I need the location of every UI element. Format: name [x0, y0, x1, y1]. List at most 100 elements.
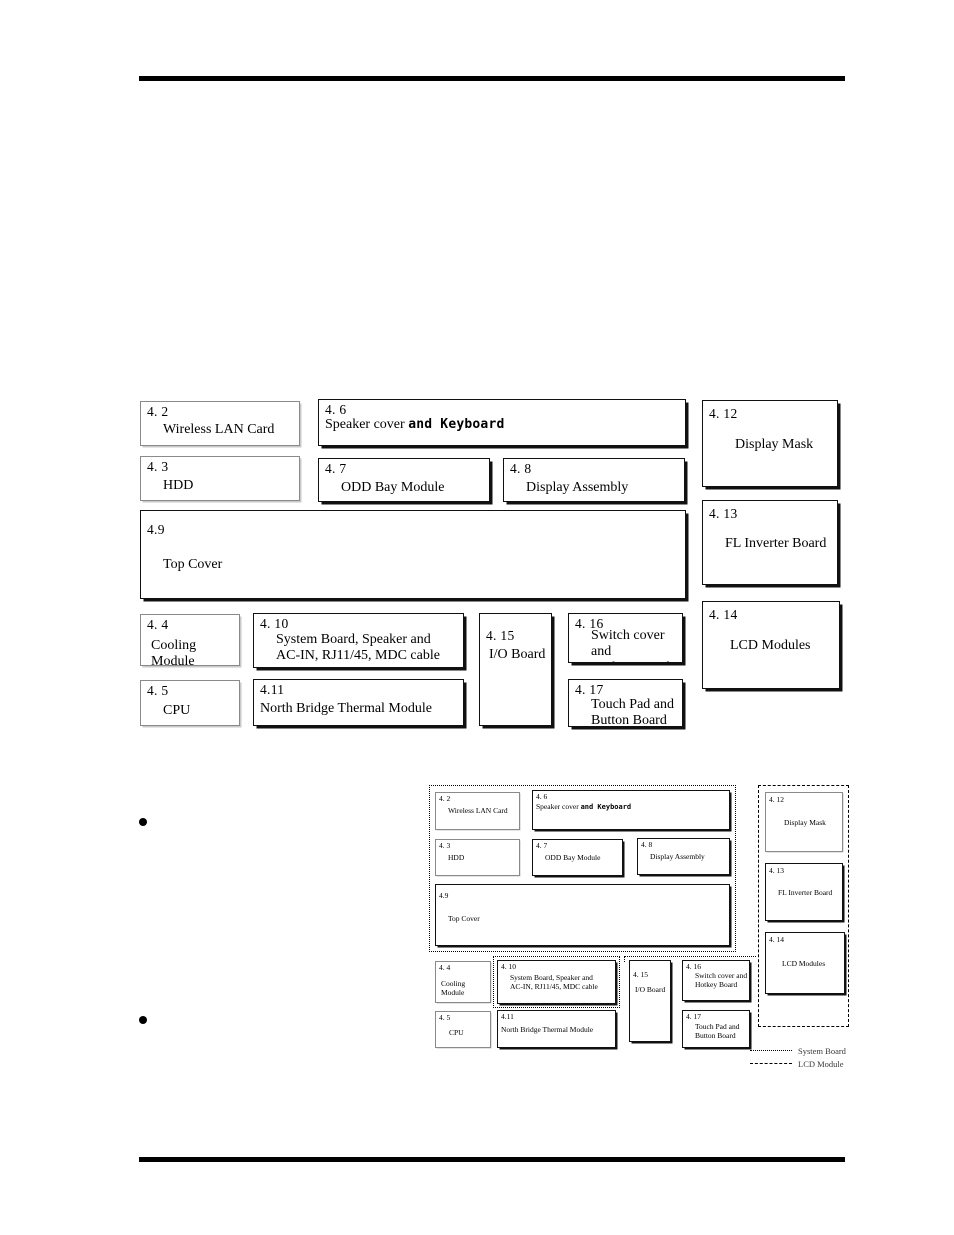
- box-number: 4. 14: [709, 607, 738, 622]
- thumb-box-4-7: 4. 7 ODD Bay Module: [532, 839, 623, 876]
- thumb-box-4-17: 4. 17 Touch Pad and Button Board: [682, 1010, 750, 1048]
- box-label: Display Assembly: [526, 480, 629, 495]
- box-label: Display Assembly: [650, 852, 705, 861]
- box-number: 4. 4: [439, 963, 451, 972]
- box-number: 4.11: [501, 1012, 514, 1021]
- box-label: Cooling Module: [441, 979, 466, 997]
- box-number: 4. 13: [769, 866, 784, 875]
- box-number: 4. 7: [325, 461, 347, 476]
- dotted-line-swatch-icon: [750, 1050, 792, 1051]
- box-number: 4. 13: [709, 506, 738, 521]
- legend-row-lcd-module: LCD Module: [750, 1057, 855, 1070]
- bullet-point-marker-2: [139, 1016, 147, 1024]
- box-number: 4.11: [260, 682, 285, 697]
- diagram-box-4-15: 4. 15 I/O Board: [479, 613, 552, 726]
- diagram-box-4-12: 4. 12 Display Mask: [702, 400, 838, 487]
- box-number: 4. 8: [510, 461, 532, 476]
- box-number: 4. 14: [769, 935, 784, 944]
- thumb-box-4-4: 4. 4 Cooling Module: [435, 961, 491, 1003]
- box-number: 4. 17: [686, 1012, 701, 1021]
- box-number: 4. 2: [147, 404, 169, 419]
- box-label: I/O Board: [489, 647, 546, 662]
- box-number: 4. 16: [686, 962, 701, 971]
- box-label: HDD: [448, 853, 465, 862]
- box-number: 4. 6: [325, 402, 347, 417]
- box-label: Wireless LAN Card: [163, 422, 275, 437]
- dash-dot-line-swatch-icon: [750, 1063, 792, 1064]
- diagram-box-4-16: 4. 16 Switch cover and Hotkey Board: [568, 613, 683, 663]
- thumb-box-4-2: 4. 2 Wireless LAN Card: [435, 792, 520, 830]
- box-label: Wireless LAN Card: [448, 806, 508, 815]
- box-label: CPU: [449, 1028, 464, 1037]
- box-label: I/O Board: [635, 985, 666, 994]
- box-label-mono-part: and Keyboard: [408, 417, 505, 432]
- box-label: Display Mask: [735, 437, 814, 452]
- page-footer-rule: [139, 1157, 845, 1162]
- thumb-box-4-12: 4. 12 Display Mask: [765, 792, 843, 852]
- box-label: ODD Bay Module: [545, 853, 601, 862]
- box-label: Top Cover: [448, 914, 480, 923]
- box-number: 4.9: [147, 522, 165, 537]
- diagram-box-4-8: 4. 8 Display Assembly: [503, 458, 685, 502]
- diagram-box-4-13: 4. 13 FL Inverter Board: [702, 500, 838, 585]
- box-number: 4. 10: [260, 616, 289, 631]
- diagram-legend: System Board LCD Module: [750, 1044, 855, 1070]
- box-number: 4. 7: [536, 841, 548, 850]
- thumb-box-4-6: 4. 6 Speaker cover and Keyboard: [532, 790, 730, 830]
- box-label-serif-part: Speaker cover: [325, 417, 409, 432]
- diagram-box-4-2: 4. 2 Wireless LAN Card: [140, 401, 300, 446]
- legend-label: System Board: [798, 1045, 846, 1056]
- box-number: 4. 10: [501, 962, 516, 971]
- thumb-box-4-14: 4. 14 LCD Modules: [765, 932, 845, 994]
- box-number: 4. 5: [147, 683, 169, 698]
- box-label: LCD Modules: [782, 959, 826, 968]
- legend-label: LCD Module: [798, 1058, 844, 1069]
- box-number: 4. 5: [439, 1013, 451, 1022]
- thumb-box-4-11: 4.11 North Bridge Thermal Module: [497, 1010, 616, 1048]
- box-label: Top Cover: [163, 557, 223, 572]
- box-label-mono-part: and Keyboard: [580, 803, 632, 811]
- diagram-box-4-6: 4. 6 Speaker cover and Keyboard: [318, 399, 686, 446]
- box-number: 4. 12: [709, 406, 738, 421]
- box-label: Speaker cover and Keyboard: [536, 802, 631, 812]
- diagram-box-4-9: 4.9 Top Cover: [140, 510, 686, 599]
- box-label: Touch Pad and Button Board: [591, 697, 675, 727]
- box-label: Display Mask: [784, 818, 826, 827]
- box-number: 4. 3: [439, 841, 451, 850]
- thumb-box-4-3: 4. 3 HDD: [435, 839, 520, 876]
- box-label: Switch cover and Hotkey Board: [695, 971, 748, 989]
- box-label-serif-part: Speaker cover: [536, 802, 581, 811]
- box-number: 4. 2: [439, 794, 451, 803]
- box-label: North Bridge Thermal Module: [501, 1025, 594, 1034]
- box-label: Touch Pad and Button Board: [695, 1022, 740, 1040]
- diagram-box-4-10: 4. 10 System Board, Speaker and AC-IN, R…: [253, 613, 464, 668]
- box-number: 4. 12: [769, 795, 784, 804]
- diagram-box-4-7: 4. 7 ODD Bay Module: [318, 458, 490, 502]
- page-header-rule: [139, 76, 845, 81]
- thumb-box-4-13: 4. 13 FL Inverter Board: [765, 863, 843, 921]
- diagram-box-4-14: 4. 14 LCD Modules: [702, 601, 840, 689]
- box-number: 4. 3: [147, 459, 169, 474]
- box-label: Cooling Module: [151, 638, 197, 666]
- box-label: HDD: [163, 478, 194, 493]
- box-label: FL Inverter Board: [725, 536, 827, 551]
- legend-row-system-board: System Board: [750, 1044, 855, 1057]
- box-label: North Bridge Thermal Module: [260, 701, 432, 716]
- box-label: ODD Bay Module: [341, 480, 445, 495]
- box-label: Speaker cover and Keyboard: [325, 417, 505, 433]
- bullet-point-marker-1: [139, 818, 147, 826]
- diagram-box-4-4: 4. 4 Cooling Module: [140, 614, 240, 666]
- box-label: FL Inverter Board: [778, 888, 833, 897]
- box-number: 4.9: [439, 891, 449, 900]
- box-number: 4. 17: [575, 682, 604, 697]
- thumb-box-4-15: 4. 15 I/O Board: [629, 960, 671, 1042]
- box-label: System Board, Speaker and AC-IN, RJ11/45…: [510, 973, 598, 991]
- diagram-box-4-17: 4. 17 Touch Pad and Button Board: [568, 679, 683, 727]
- box-label: Switch cover and Hotkey Board: [591, 628, 670, 662]
- box-label: System Board, Speaker and AC-IN, RJ11/45…: [276, 632, 440, 663]
- box-number: 4. 6: [536, 792, 548, 801]
- thumb-box-4-5: 4. 5 CPU: [435, 1011, 491, 1048]
- box-number: 4. 8: [641, 840, 653, 849]
- thumb-box-4-9: 4.9 Top Cover: [435, 884, 730, 946]
- box-number: 4. 15: [486, 628, 515, 643]
